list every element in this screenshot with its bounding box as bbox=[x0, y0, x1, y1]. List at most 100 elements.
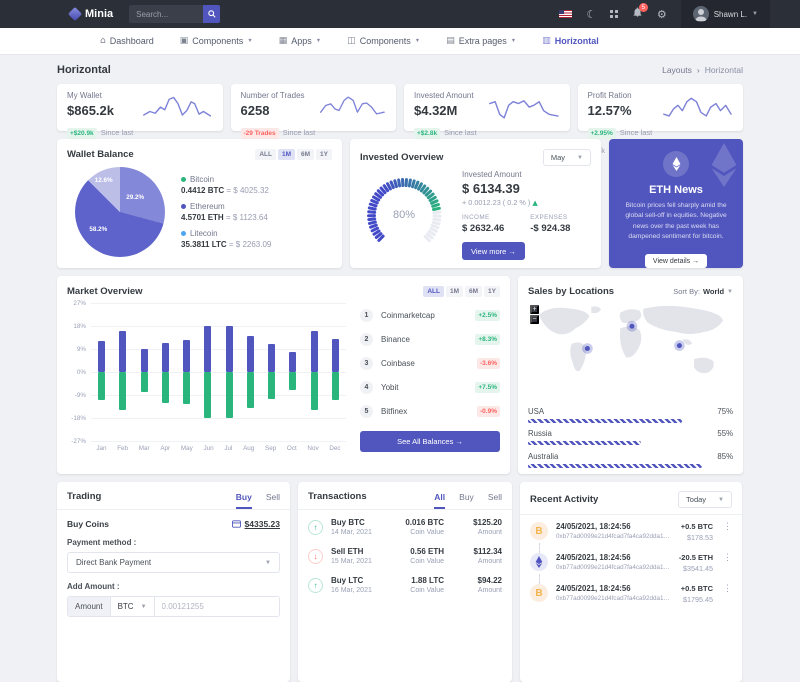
rank-row-coinmarketcap[interactable]: 1 Coinmarketcap +2.5% bbox=[360, 303, 500, 327]
view-details-button[interactable]: View details → bbox=[644, 254, 708, 268]
bar-column bbox=[246, 303, 254, 441]
see-all-balances-button[interactable]: See All Balances → bbox=[360, 431, 500, 452]
activity-period-select[interactable]: Today ▼ bbox=[678, 491, 732, 508]
y-tick-label: 0% bbox=[76, 369, 86, 376]
stat-badge: -29 Trades bbox=[240, 128, 279, 139]
filter-all[interactable]: ALL bbox=[255, 149, 276, 160]
map-zoom-in-button[interactable]: + bbox=[530, 305, 539, 314]
gridline bbox=[91, 372, 346, 373]
ethereum-icon bbox=[530, 553, 548, 571]
bar-positive bbox=[183, 340, 191, 372]
nav-item-components[interactable]: ▣ Components ▼ bbox=[180, 36, 253, 46]
nav-item-extra-pages[interactable]: ▤ Extra pages ▼ bbox=[446, 36, 516, 46]
month-label: Jun bbox=[203, 445, 214, 452]
stat-card-number-of-trades: Number of Trades 6258 -29 Trades Since la… bbox=[230, 84, 396, 155]
rank-row-yobit[interactable]: 4 Yobit +7.5% bbox=[360, 375, 500, 399]
search-input[interactable] bbox=[129, 5, 204, 23]
breadcrumb-parent[interactable]: Layouts bbox=[662, 65, 692, 75]
change-badge: +2.5% bbox=[475, 309, 500, 321]
payment-method-select[interactable]: Direct Bank Payment ▼ bbox=[67, 552, 280, 573]
world-map: + − bbox=[528, 303, 733, 400]
trading-tabs: Buy Sell bbox=[235, 492, 280, 509]
wallet-balance-link[interactable]: $4335.23 bbox=[231, 519, 280, 529]
dark-mode-moon-icon[interactable]: ☾ bbox=[586, 9, 596, 20]
tab-sell[interactable]: Sell bbox=[266, 492, 280, 509]
kebab-menu-icon[interactable]: ⋮ bbox=[723, 552, 732, 563]
gauge-percent-label: 80% bbox=[392, 209, 416, 221]
change-badge: +8.3% bbox=[475, 333, 500, 345]
month-label: Dec bbox=[329, 445, 341, 452]
sort-by-select[interactable]: Sort By: World ▼ bbox=[673, 287, 733, 296]
settings-gear-icon[interactable]: ⚙ bbox=[657, 9, 667, 20]
rank-number: 5 bbox=[360, 404, 373, 418]
exchange-rankings: 1 Coinmarketcap +2.5% 2 Binance +8.3% 3 … bbox=[360, 303, 500, 452]
bar-positive bbox=[331, 338, 339, 372]
home-icon: ⌂ bbox=[100, 36, 106, 46]
change-badge: -0.9% bbox=[477, 405, 500, 417]
horizontal-nav: ⌂ Dashboard ▣ Components ▼ ▦ Apps ▼ ◫ Co… bbox=[0, 28, 800, 55]
stat-label: Invested Amount bbox=[414, 91, 474, 100]
notifications-bell-icon[interactable]: 5 bbox=[632, 3, 648, 21]
nav-item-apps[interactable]: ▦ Apps ▼ bbox=[279, 36, 321, 46]
map-zoom-out-button[interactable]: − bbox=[530, 315, 539, 324]
chevron-down-icon: ▼ bbox=[577, 154, 583, 161]
filter-6m[interactable]: 6M bbox=[465, 286, 483, 297]
rank-row-coinbase[interactable]: 3 Coinbase -3.6% bbox=[360, 351, 500, 375]
y-tick-label: -27% bbox=[71, 438, 86, 445]
month-label: Oct bbox=[286, 445, 297, 452]
bar-positive bbox=[268, 343, 276, 372]
arrow-up-icon: ▲ bbox=[532, 199, 538, 207]
language-us-flag-icon[interactable] bbox=[559, 10, 573, 18]
bar-negative bbox=[289, 372, 297, 390]
bar-negative bbox=[204, 372, 212, 418]
stat-badge: +2.95% bbox=[587, 128, 616, 139]
view-more-button[interactable]: View more → bbox=[462, 242, 525, 260]
chevron-down-icon: ▼ bbox=[140, 603, 147, 610]
bar-column bbox=[268, 303, 276, 441]
user-menu[interactable]: Shawn L. ▼ bbox=[680, 0, 770, 28]
stat-label: My Wallet bbox=[67, 91, 102, 100]
brand-logo[interactable]: Minia bbox=[67, 6, 113, 22]
activity-row: 24/05/2021, 18:24:56 0xb77ad0099e21d4fca… bbox=[520, 546, 742, 584]
invested-amount-value: $ 6134.39 bbox=[462, 181, 520, 196]
filter-all[interactable]: ALL bbox=[423, 286, 444, 297]
tab-buy[interactable]: Buy bbox=[459, 492, 474, 509]
nav-item-horizontal[interactable]: ▥ Horizontal bbox=[542, 36, 599, 46]
filter-1y[interactable]: 1Y bbox=[484, 286, 500, 297]
pages-icon: ▤ bbox=[446, 36, 455, 46]
tab-buy[interactable]: Buy bbox=[235, 492, 252, 509]
expenses-block: EXPENSES -$ 924.38 bbox=[530, 214, 571, 234]
add-amount-label: Add Amount : bbox=[67, 582, 120, 591]
tab-all[interactable]: All bbox=[434, 492, 446, 509]
tab-sell[interactable]: Sell bbox=[488, 492, 502, 509]
rank-row-binance[interactable]: 2 Binance +8.3% bbox=[360, 327, 500, 351]
payment-method-label: Payment method : bbox=[67, 538, 137, 547]
invested-overview-card: Invested Overview May ▼ 80% Invested Amo… bbox=[350, 139, 601, 268]
bitcoin-icon: B bbox=[530, 584, 548, 602]
apps-grid-icon[interactable] bbox=[610, 10, 618, 18]
filter-1m[interactable]: 1M bbox=[445, 286, 464, 297]
filter-1y[interactable]: 1Y bbox=[316, 149, 332, 160]
month-label: May bbox=[180, 445, 193, 452]
period-select[interactable]: May ▼ bbox=[542, 149, 591, 166]
nav-item-dashboard[interactable]: ⌂ Dashboard bbox=[100, 36, 154, 46]
rank-number: 3 bbox=[360, 356, 373, 370]
y-axis-labels: 27% 18% 9% 0% -9% -18% -27% bbox=[67, 300, 91, 445]
bar-positive bbox=[246, 336, 254, 372]
legend-dot bbox=[181, 231, 186, 236]
nav-item-components-2[interactable]: ◫ Components ▼ bbox=[347, 36, 420, 46]
stat-value: $4.32M bbox=[414, 103, 458, 118]
filter-1m[interactable]: 1M bbox=[277, 149, 296, 160]
card-title: Transactions bbox=[308, 491, 367, 502]
filter-6m[interactable]: 6M bbox=[297, 149, 315, 160]
income-block: INCOME $ 2632.46 bbox=[462, 214, 505, 234]
change-badge: -3.6% bbox=[477, 357, 500, 369]
search-button[interactable] bbox=[203, 5, 221, 23]
kebab-menu-icon[interactable]: ⋮ bbox=[723, 583, 732, 594]
rank-row-bitfinex[interactable]: 5 Bitfinex -0.9% bbox=[360, 399, 500, 423]
row-market-sales: Market Overview ALL 1M 6M 1Y 27% 18% 9% 0% -… bbox=[57, 276, 743, 474]
wallet-balance-card: Wallet Balance ALL 1M 6M 1Y 29.2% 58.2% … bbox=[57, 139, 342, 268]
kebab-menu-icon[interactable]: ⋮ bbox=[723, 521, 732, 532]
bar-negative bbox=[161, 372, 169, 403]
bar-negative bbox=[310, 372, 318, 411]
